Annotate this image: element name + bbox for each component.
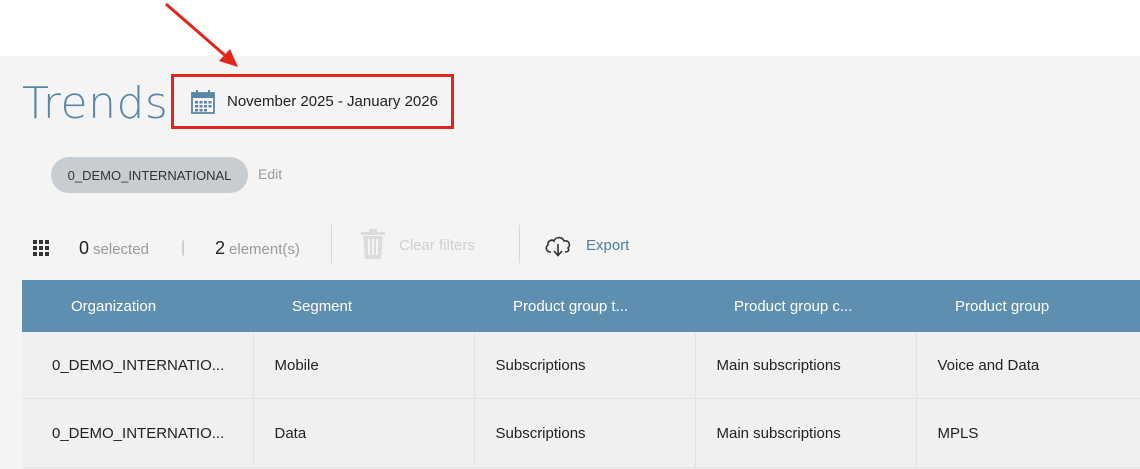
annotation-arrow [165, 2, 238, 67]
divider [519, 225, 520, 263]
column-header-product-group-type[interactable]: Product group t... [474, 280, 695, 332]
column-header-label: Product group [955, 297, 1050, 315]
table-cell: Data [253, 398, 475, 468]
column-header-product-group[interactable]: Product group [916, 280, 1140, 332]
table-cell: 0_DEMO_INTERNATIO... [22, 332, 254, 399]
table-cell: Voice and Data [916, 332, 1140, 399]
column-header-segment[interactable]: Segment [253, 280, 474, 332]
selected-label: selected [93, 241, 149, 258]
column-header-label: Product group t... [513, 297, 629, 315]
column-header-organization[interactable]: Organization [22, 280, 253, 332]
data-table: Organization Segment Product group t... … [22, 280, 1140, 468]
date-range-picker[interactable]: November 2025 - January 2026 [171, 74, 454, 129]
table-cell: 0_DEMO_INTERNATIO... [22, 398, 254, 468]
clear-filters-button[interactable]: Clear filters [399, 237, 475, 254]
table-row[interactable]: 0_DEMO_INTERNATIO... Data Subscriptions … [22, 398, 1140, 468]
date-range-label: November 2025 - January 2026 [227, 93, 438, 110]
chip-label: 0_DEMO_INTERNATIONAL [67, 167, 232, 183]
table-cell: Mobile [253, 332, 475, 399]
organization-filter-chip[interactable]: 0_DEMO_INTERNATIONAL [51, 157, 248, 193]
table-cell: Main subscriptions [695, 398, 917, 468]
element-number: 2 [215, 238, 226, 258]
selected-count: 0 selected [79, 238, 149, 259]
table-cell: Main subscriptions [695, 332, 917, 399]
edit-filter-link[interactable]: Edit [258, 166, 282, 182]
table-header-row: Organization Segment Product group t... … [22, 280, 1140, 332]
divider [331, 225, 332, 263]
export-button[interactable]: Export [586, 237, 629, 254]
element-count: 2 element(s) [215, 238, 300, 259]
column-header-label: Segment [292, 297, 353, 315]
column-header-product-group-category[interactable]: Product group c... [695, 280, 916, 332]
table-row[interactable]: 0_DEMO_INTERNATIO... Mobile Subscription… [22, 332, 1140, 399]
calendar-icon [191, 89, 215, 114]
grid-icon[interactable] [33, 240, 49, 256]
selected-number: 0 [79, 238, 90, 258]
column-header-label: Product group c... [734, 297, 853, 315]
element-label: element(s) [229, 241, 300, 258]
table-cell: Subscriptions [474, 332, 696, 399]
cloud-download-icon[interactable] [544, 235, 572, 257]
trash-icon [361, 229, 385, 259]
column-header-label: Organization [71, 297, 157, 315]
table-cell: Subscriptions [474, 398, 696, 468]
page-title: Trends [22, 78, 169, 129]
toolbar-separator: | [181, 239, 186, 256]
table-cell: MPLS [916, 398, 1140, 468]
